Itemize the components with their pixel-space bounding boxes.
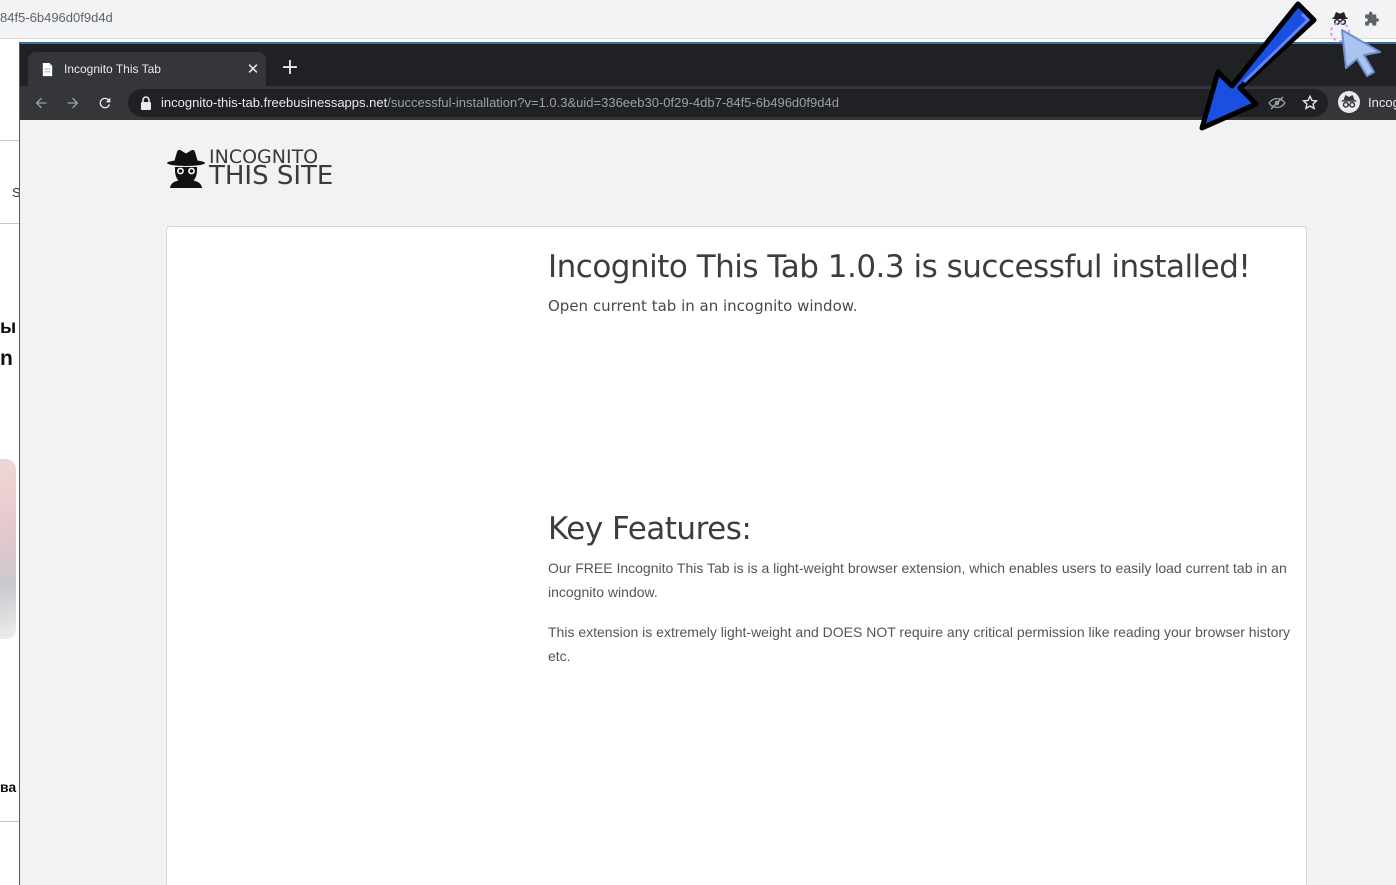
incognito-profile-icon[interactable] xyxy=(1338,91,1360,113)
feature-paragraph: Our FREE Incognito This Tab is is a ligh… xyxy=(548,560,1287,600)
tab-incognito-this-tab[interactable]: Incognito This Tab ✕ xyxy=(28,52,266,88)
feature-paragraph: This extension is extremely light-weight… xyxy=(548,624,1291,664)
pointing-arrow-icon xyxy=(1199,1,1317,131)
content-card: Incognito This Tab 1.0.3 is successful i… xyxy=(166,226,1307,885)
background-divider xyxy=(0,223,19,224)
new-tab-button[interactable]: + xyxy=(280,57,300,79)
background-page-strip: S ы n / ва xyxy=(0,39,19,885)
page-title: Incognito This Tab 1.0.3 is successful i… xyxy=(548,249,1251,285)
back-icon[interactable] xyxy=(30,92,52,114)
url-path: /successful-installation?v=1.0.3&uid=336… xyxy=(387,95,839,110)
address-bar[interactable]: incognito-this-tab.freebusinessapps.net/… xyxy=(128,89,1328,117)
spy-hat-logo-icon xyxy=(167,149,205,188)
logo-text-this-site: THIS SITE xyxy=(209,161,334,191)
forward-icon[interactable] xyxy=(62,92,84,114)
background-text-fragment: n / xyxy=(0,347,19,370)
background-text-fragment: ва xyxy=(0,779,17,795)
incognito-label[interactable]: Incog xyxy=(1368,95,1396,110)
incognito-browser-window: Incognito This Tab ✕ + incognito-this-ta… xyxy=(19,42,1396,885)
background-divider xyxy=(0,821,19,822)
reload-icon[interactable] xyxy=(94,92,116,114)
background-product-image xyxy=(0,459,16,639)
cursor-icon xyxy=(1330,22,1381,77)
tab-title: Incognito This Tab xyxy=(64,62,161,76)
background-text-fragment: ы xyxy=(0,317,17,338)
background-url-text: 84f5-6b496d0f9d4d xyxy=(0,10,113,25)
url-host: incognito-this-tab.freebusinessapps.net xyxy=(161,95,388,110)
background-address-bar: 84f5-6b496d0f9d4d xyxy=(0,0,1396,39)
page-content: INCOGNITO THIS SITE Incognito This Tab 1… xyxy=(20,120,1396,885)
lock-icon[interactable] xyxy=(140,96,152,110)
url-text[interactable]: incognito-this-tab.freebusinessapps.net/… xyxy=(161,95,839,110)
background-divider xyxy=(0,140,19,141)
page-subtitle: Open current tab in an incognito window. xyxy=(548,297,858,315)
background-text-fragment: S xyxy=(12,185,19,200)
page-favicon-icon xyxy=(42,62,53,77)
site-logo[interactable]: INCOGNITO THIS SITE xyxy=(166,146,336,191)
close-tab-icon[interactable]: ✕ xyxy=(245,60,261,78)
key-features-heading: Key Features: xyxy=(548,511,752,547)
